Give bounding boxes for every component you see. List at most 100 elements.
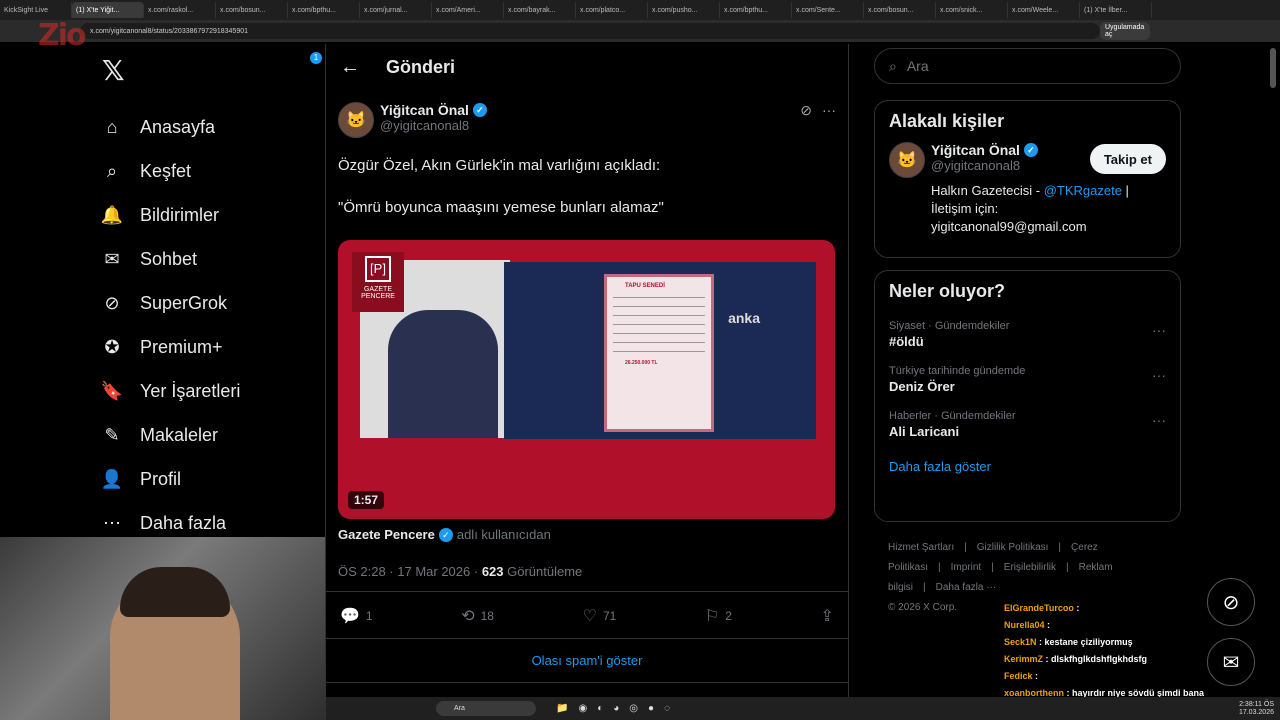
video-player[interactable]: [P] GAZETE PENCERE TAPU SENEDİ 26.250.00… <box>338 240 835 519</box>
sidebar-item-label: Keşfet <box>140 160 192 181</box>
like-button[interactable]: ♡ 71 <box>583 606 617 626</box>
discord-icon[interactable]: ◕ <box>613 703 619 714</box>
related-handle[interactable]: @yigitcanonal8 <box>931 158 1090 173</box>
reply-button[interactable]: 💬 1 <box>340 606 373 626</box>
messages-fab-icon[interactable]: ✉ <box>1207 638 1255 686</box>
edge-icon[interactable]: ◐ <box>597 703 603 714</box>
sidebar-item-5[interactable]: ✪ Premium+ <box>96 325 326 369</box>
sidebar-item-2[interactable]: 🔔 1 Bildirimler <box>96 52 326 237</box>
post-text-line: Özgür Özel, Akın Gürlek'in mal varlığını… <box>338 157 661 174</box>
grok-icon[interactable]: ⊘ <box>800 102 812 138</box>
show-more-link[interactable]: Daha fazla göster <box>875 447 1180 490</box>
trend-item[interactable]: Siyaset · Gündemdekiler #öldü ··· <box>875 312 1180 357</box>
author-name[interactable]: Yiğitcan Önal <box>380 102 469 118</box>
more-options-icon[interactable]: ··· <box>822 102 836 138</box>
sidebar-nav: 𝕏 ⌂ Anasayfa ⌕ Keşfet 🔔 1 Bildirimler ✉ Sohbet ⊘ S… <box>96 50 326 545</box>
obs-icon[interactable]: ◌ <box>664 703 670 714</box>
browser-tab[interactable]: x.com/jurnal... <box>360 2 432 18</box>
nav-icon: ⋯ <box>103 512 121 533</box>
browser-tab[interactable]: KickSight Live <box>0 2 72 18</box>
browser-tab[interactable]: x.com/bpthu... <box>720 2 792 18</box>
sidebar-item-6[interactable]: 🔖 Yer İşaretleri <box>96 369 326 413</box>
more-options-icon[interactable]: ··· <box>1152 367 1166 383</box>
search-input[interactable] <box>906 58 1147 74</box>
trend-item[interactable]: Haberler · Gündemdekiler Ali Laricani ··· <box>875 402 1180 447</box>
author-handle[interactable]: @yigitcanonal8 <box>380 118 487 133</box>
back-arrow-icon[interactable]: ← <box>340 56 360 79</box>
browser-tab[interactable]: x.com/bayrak... <box>504 2 576 18</box>
avatar[interactable]: 🐱 <box>338 102 374 138</box>
sidebar-item-3[interactable]: ✉ Sohbet <box>96 237 326 281</box>
chat-username: KerimmZ <box>1004 654 1044 664</box>
verified-badge-icon: ✓ <box>472 103 487 117</box>
post-timestamp[interactable]: ÖS 2:28 · 17 Mar 2026 · <box>338 564 478 579</box>
view-label: Görüntüleme <box>507 564 583 579</box>
trends-panel: Neler oluyor? Siyaset · Gündemdekiler #öl… <box>874 270 1181 522</box>
sidebar-item-label: Profil <box>140 468 182 489</box>
show-spam-link[interactable]: Olası spam'i göster <box>326 639 848 683</box>
browser-tab[interactable]: x.com/raskol... <box>144 2 216 18</box>
notification-badge: 1 <box>310 52 322 64</box>
chrome-icon[interactable]: ◉ <box>578 703 587 714</box>
browser-tab[interactable]: x.com/platco... <box>576 2 648 18</box>
bio-link[interactable]: @TKRgazete <box>1044 183 1122 198</box>
repost-button[interactable]: ⟲ 18 <box>461 606 494 626</box>
taskbar-search[interactable]: Ara <box>436 701 536 716</box>
more-options-icon[interactable]: ··· <box>1152 322 1166 338</box>
browser-tab[interactable]: x.com/bosun... <box>216 2 288 18</box>
spotify-icon[interactable]: ● <box>648 703 654 714</box>
sidebar-item-0[interactable]: ⌂ Anasayfa <box>96 105 326 149</box>
panel-title: Neler oluyor? <box>889 281 1006 301</box>
taskbar-clock[interactable]: 2:38:11 ÖS 17.03.2026 <box>1239 701 1274 717</box>
browser-tab[interactable]: x.com/Weele... <box>1008 2 1080 18</box>
file-explorer-icon[interactable]: 📁 <box>556 703 568 714</box>
anka-watermark: anka <box>728 310 760 326</box>
browser-tab[interactable]: x.com/snick... <box>936 2 1008 18</box>
related-people-panel: Alakalı kişiler 🐱 Yiğitcan Önal ✓ @yigitc… <box>874 100 1181 258</box>
scrollbar[interactable] <box>1270 48 1276 88</box>
url-field[interactable]: x.com/yigitcanonal8/status/2033867972918… <box>80 23 1100 39</box>
trend-item[interactable]: Türkiye tarihinde gündemde Deniz Örer ··· <box>875 357 1180 402</box>
sidebar-item-8[interactable]: 👤 Profil <box>96 457 326 501</box>
streamer-hair <box>120 567 230 617</box>
browser-tab[interactable]: x.com/Ameri... <box>432 2 504 18</box>
footer-link[interactable]: Hizmet Şartları <box>888 542 954 553</box>
browser-tab[interactable]: x.com/pusho... <box>648 2 720 18</box>
share-button[interactable]: ⇪ <box>821 606 834 626</box>
related-name[interactable]: Yiğitcan Önal <box>931 142 1020 158</box>
follow-button[interactable]: Takip et <box>1089 144 1166 174</box>
avatar[interactable]: 🐱 <box>889 142 925 178</box>
bookmark-button[interactable]: ⚐ 2 <box>705 606 732 626</box>
bookmark-icon: ⚐ <box>704 608 720 625</box>
chat-text: : kestane çiziliyormuş <box>1039 637 1133 647</box>
footer-link[interactable]: Imprint <box>951 562 982 573</box>
grok-fab-icon[interactable]: ⊘ <box>1207 578 1255 626</box>
more-options-icon[interactable]: ··· <box>1152 412 1166 428</box>
sidebar-item-label: Yer İşaretleri <box>140 380 241 401</box>
browser-tab[interactable]: (1) X'te İlber... <box>1080 2 1152 18</box>
footer-link[interactable]: Erişilebilirlik <box>1004 562 1056 573</box>
trend-category: Türkiye tarihinde gündemde <box>889 365 1026 377</box>
footer-link[interactable]: Gizlilik Politikası <box>977 542 1049 553</box>
browser-tab[interactable]: x.com/bosun... <box>864 2 936 18</box>
steam-icon[interactable]: ◎ <box>629 703 638 714</box>
title-deed-image: TAPU SENEDİ 26.250.000 TL <box>604 274 714 432</box>
chat-message: KerimmZ : dlskfhglkdshflgkhdsfg <box>1004 651 1214 668</box>
x-logo-icon[interactable]: 𝕏 <box>102 54 326 87</box>
open-in-app-button[interactable]: Uygulamada aç <box>1100 22 1150 40</box>
browser-tab[interactable]: x.com/bpthu... <box>288 2 360 18</box>
sidebar-item-7[interactable]: ✎ Makaleler <box>96 413 326 457</box>
chat-text: : <box>1035 671 1039 681</box>
post-text: Özgür Özel, Akın Gürlek'in mal varlığını… <box>326 138 848 218</box>
browser-tab[interactable]: (1) X'te Yiğit... <box>72 2 144 18</box>
view-count: 623 <box>481 564 504 579</box>
nav-icon: ✎ <box>104 424 120 445</box>
sidebar-item-1[interactable]: ⌕ Keşfet <box>96 149 326 193</box>
source-name[interactable]: Gazete Pencere <box>338 527 435 542</box>
sidebar-item-4[interactable]: ⊘ SuperGrok <box>96 281 326 325</box>
browser-tab[interactable]: x.com/Sente... <box>792 2 864 18</box>
footer-link[interactable]: Daha fazla ··· <box>936 582 997 593</box>
search-box[interactable]: ⌕ <box>874 48 1181 84</box>
trend-name: Ali Laricani <box>889 424 960 439</box>
related-bio: Halkın Gazetecisi - @TKRgazete | İletişi… <box>931 183 1129 234</box>
